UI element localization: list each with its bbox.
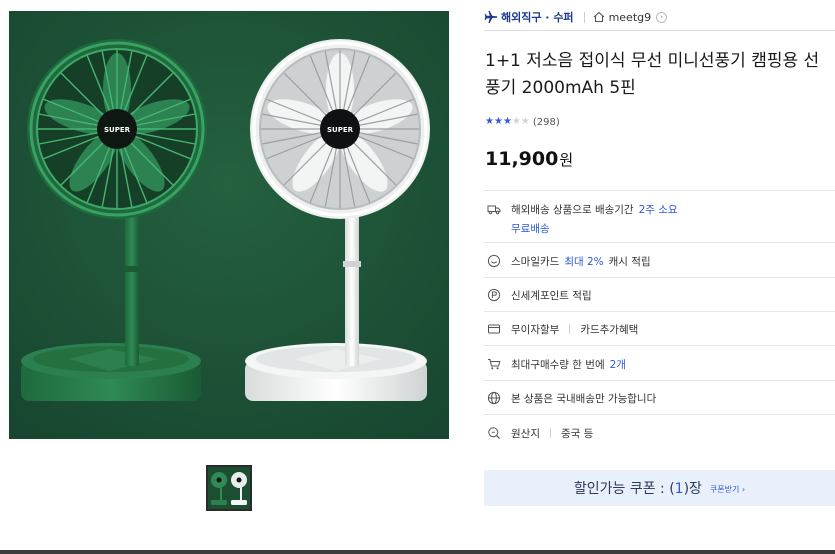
max-purchase-label: 최대구매수량 한 번에 bbox=[511, 358, 605, 371]
divider bbox=[484, 30, 835, 31]
seller-bar: 해외직구 · 수퍼 meetg9 › bbox=[484, 6, 835, 28]
smile-card-highlight: 최대 2% bbox=[564, 255, 604, 268]
product-rating[interactable]: ★ ★ ★ ★ ★ (298) bbox=[485, 114, 560, 130]
origin-value: 중국 등 bbox=[560, 427, 594, 440]
shinsegae-point-label: 신세계포인트 적립 bbox=[511, 289, 592, 302]
home-icon bbox=[593, 11, 604, 23]
star-empty-icon: ★ bbox=[511, 116, 521, 127]
star-filled-icon: ★ bbox=[485, 116, 494, 127]
smile-card-prefix: 스마일카드 bbox=[511, 255, 560, 268]
search-icon bbox=[488, 427, 501, 440]
product-info-panel: 해외직구 · 수퍼 meetg9 › 1+1 저소음 접이식 무선 미니선풍기 … bbox=[484, 0, 835, 554]
divider bbox=[569, 324, 571, 334]
coupon-text: 할인가능 쿠폰 : (1)장 bbox=[574, 478, 702, 498]
coupon-prefix: 할인가능 쿠폰 : ( bbox=[573, 481, 675, 497]
seller-name-link[interactable]: meetg9 bbox=[609, 11, 652, 24]
truck-icon bbox=[487, 205, 501, 215]
divider bbox=[484, 345, 835, 346]
airplane-icon bbox=[484, 10, 498, 24]
product-price: 11,900 원 bbox=[485, 148, 573, 170]
smile-card-suffix: 캐시 적립 bbox=[608, 255, 651, 268]
chevron-right-icon[interactable]: › bbox=[656, 11, 668, 23]
smile-card-row[interactable]: 스마일카드 최대 2% 캐시 적립 bbox=[487, 252, 651, 270]
white-fan-badge: SUPER bbox=[327, 126, 354, 134]
coupon-count: 1 bbox=[674, 481, 684, 497]
divider bbox=[484, 414, 835, 415]
domestic-shipping-label: 본 상품은 국내배송만 가능합니다 bbox=[511, 392, 657, 405]
get-coupon-link[interactable]: 쿠폰받기 › bbox=[710, 484, 745, 495]
globe-icon bbox=[487, 391, 501, 405]
divider bbox=[484, 277, 835, 278]
shipping-type-label[interactable]: 해외직구 · 수퍼 bbox=[501, 9, 574, 25]
installment-label: 무이자할부 bbox=[511, 323, 560, 336]
green-fan-badge: SUPER bbox=[104, 126, 131, 134]
price-unit: 원 bbox=[559, 151, 574, 169]
star-empty-icon: ★ bbox=[520, 116, 530, 127]
coupon-banner[interactable]: 할인가능 쿠폰 : (1)장 쿠폰받기 › bbox=[484, 470, 835, 506]
divider bbox=[484, 311, 835, 312]
product-thumbnail[interactable] bbox=[206, 465, 252, 511]
free-shipping-label: 무료배송 bbox=[511, 223, 550, 235]
shipping-label: 해외배송 상품으로 배송기간 bbox=[511, 203, 634, 216]
product-main-image[interactable]: SUPER SUPER bbox=[9, 11, 449, 439]
shinsegae-point-row[interactable]: 신세계포인트 적립 bbox=[487, 286, 592, 304]
origin-row: 원산지 중국 등 bbox=[487, 424, 593, 442]
installment-row[interactable]: 무이자할부 카드추가혜택 bbox=[487, 320, 638, 338]
product-title: 1+1 저소음 접이식 무선 미니선풍기 캠핑용 선풍기 2000mAh 5핀 bbox=[485, 51, 820, 98]
review-count[interactable]: (298) bbox=[533, 117, 560, 128]
smile-icon bbox=[487, 254, 501, 268]
star-filled-icon: ★ bbox=[493, 116, 503, 127]
bottom-border bbox=[0, 550, 835, 554]
card-benefit-link[interactable]: 카드추가혜택 bbox=[580, 322, 638, 337]
price-value: 11,900 bbox=[485, 148, 559, 170]
point-circle-icon bbox=[487, 288, 501, 302]
divider bbox=[484, 242, 835, 243]
cart-icon bbox=[488, 359, 501, 370]
divider bbox=[484, 190, 835, 191]
coupon-suffix: )장 bbox=[683, 481, 702, 497]
star-filled-icon: ★ bbox=[502, 116, 512, 127]
max-purchase-count: 2개 bbox=[609, 358, 626, 371]
max-purchase-row: 최대구매수량 한 번에 2개 bbox=[487, 355, 626, 373]
shipping-period: 2주 소요 bbox=[638, 203, 678, 216]
shipping-info-row: 해외배송 상품으로 배송기간 2주 소요 bbox=[487, 200, 678, 218]
seller-divider bbox=[583, 11, 585, 23]
divider bbox=[549, 428, 551, 438]
domestic-shipping-row: 본 상품은 국내배송만 가능합니다 bbox=[487, 389, 656, 407]
divider bbox=[484, 380, 835, 381]
card-icon bbox=[488, 324, 500, 334]
origin-label: 원산지 bbox=[511, 427, 540, 440]
